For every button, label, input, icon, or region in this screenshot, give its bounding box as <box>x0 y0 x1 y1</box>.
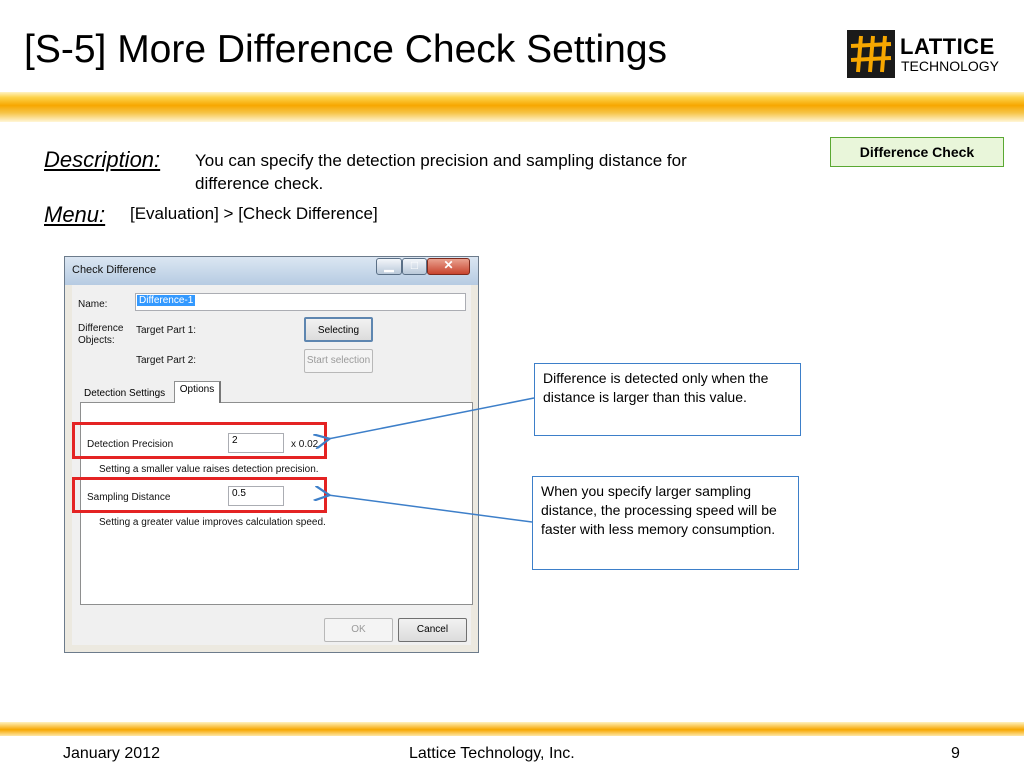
page-number: 9 <box>951 745 960 762</box>
sampling-callout: When you specify larger sampling distanc… <box>532 476 799 570</box>
callout-arrows <box>0 397 535 523</box>
sampling-arrow <box>328 495 533 523</box>
footer-date: January 2012 <box>63 745 160 762</box>
precision-callout: Difference is detected only when the dis… <box>534 363 801 436</box>
footer-company: Lattice Technology, Inc. <box>409 745 575 762</box>
footer-accent-bar <box>0 722 1024 736</box>
precision-arrow <box>328 397 535 439</box>
